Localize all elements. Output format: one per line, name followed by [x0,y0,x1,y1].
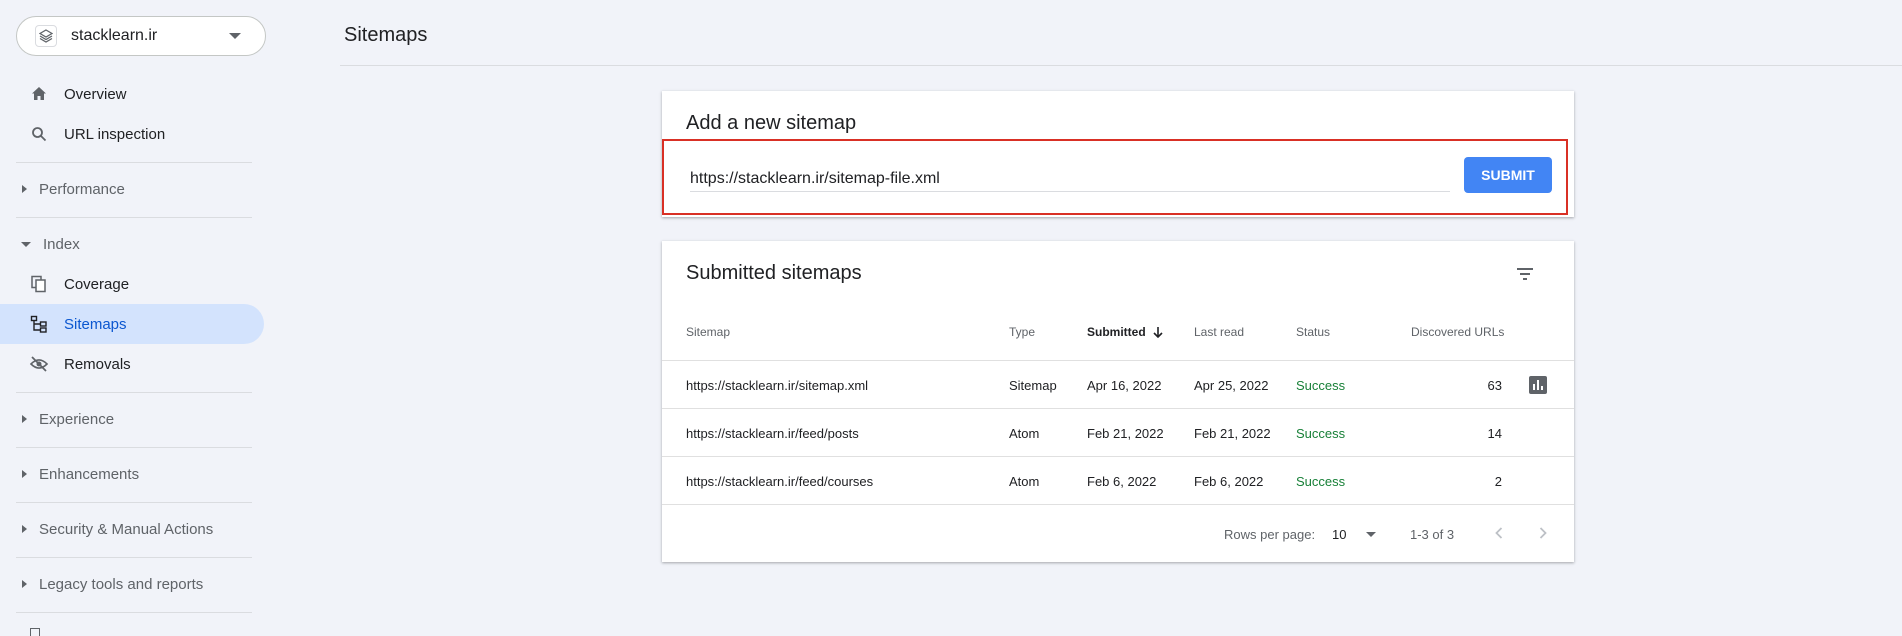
nav-item-sitemaps[interactable]: Sitemaps [0,304,264,344]
cell-submitted: Feb 21, 2022 [1087,426,1164,441]
pagination-range: 1-3 of 3 [1410,527,1455,542]
property-name: stacklearn.ir [71,27,158,44]
submitted-sitemaps-title: Submitted sitemaps [686,262,862,284]
cell-type: Atom [1009,426,1040,441]
table-row[interactable]: https://stacklearn.ir/feed/posts Atom Fe… [662,408,1574,456]
section-label-index: Index [43,235,80,253]
section-label-legacy: Legacy tools and reports [39,575,204,593]
divider [16,447,252,448]
table-row[interactable]: https://stacklearn.ir/sitemap.xml Sitema… [662,360,1574,408]
arrow-down-icon [1153,327,1163,338]
column-header-submitted[interactable]: Submitted [1087,325,1164,339]
section-enhancements[interactable]: Enhancements [16,454,252,494]
previous-page-icon[interactable] [1488,522,1510,544]
chevron-down-icon [21,241,31,247]
cell-sitemap: https://stacklearn.ir/sitemap.xml [686,378,869,393]
chevron-right-icon [22,185,27,193]
rows-per-page-value: 10 [1332,527,1347,542]
sitemap-icon [28,313,50,335]
chevron-down-icon [1366,532,1377,537]
add-sitemap-form: SUBMIT [662,139,1568,215]
divider [16,162,252,163]
column-header-discovered-urls[interactable]: Discovered URLs [1411,325,1504,339]
cell-last-read: Feb 6, 2022 [1194,474,1264,489]
cell-submitted: Apr 16, 2022 [1087,378,1162,393]
divider [16,502,252,503]
add-sitemap-title: Add a new sitemap [686,112,857,134]
cell-discovered-urls: 63 [1487,378,1502,393]
section-index[interactable]: Index [16,224,252,264]
nav-label-url-inspection: URL inspection [64,125,166,143]
divider [16,612,252,613]
nav-item-url-inspection[interactable]: URL inspection [16,114,263,154]
section-label-experience: Experience [39,410,115,428]
section-label-performance: Performance [39,180,125,198]
nav-item-overview[interactable]: Overview [16,74,263,114]
nav-label-removals: Removals [64,355,131,373]
cell-discovered-urls: 2 [1494,474,1502,489]
cell-last-read: Apr 25, 2022 [1194,378,1269,393]
submit-button[interactable]: SUBMIT [1464,157,1552,193]
chevron-right-icon [22,525,27,533]
rows-per-page-label: Rows per page: [1224,527,1316,542]
rows-per-page-select[interactable]: 10 [1332,527,1377,542]
sidebar: stacklearn.ir Overview URL inspection Pe… [0,0,272,636]
layers-icon [35,25,57,47]
nav-label-overview: Overview [64,85,127,103]
column-header-submitted-label: Submitted [1087,325,1146,339]
table-footer-divider [662,504,1574,505]
home-icon [28,83,50,105]
column-header-type[interactable]: Type [1009,325,1035,339]
nav-label-sitemaps: Sitemaps [64,315,127,333]
cell-last-read: Feb 21, 2022 [1194,426,1271,441]
cell-status: Success [1296,426,1346,441]
chevron-right-icon [22,415,27,423]
cell-type: Sitemap [1009,378,1057,393]
next-page-icon[interactable] [1532,522,1554,544]
divider [16,217,252,218]
divider [16,392,252,393]
nav-item-coverage[interactable]: Coverage [16,264,263,304]
chevron-right-icon [22,580,27,588]
section-legacy[interactable]: Legacy tools and reports [16,564,252,604]
copy-icon [28,273,50,295]
eye-off-icon [28,353,50,375]
nav-label-coverage: Coverage [64,275,130,293]
nav-item-removals[interactable]: Removals [16,344,263,384]
cell-sitemap: https://stacklearn.ir/feed/courses [686,474,874,489]
sitemap-url-input[interactable] [690,166,1450,192]
add-sitemap-card: Add a new sitemap SUBMIT [662,91,1574,217]
bar-chart-icon[interactable] [1528,375,1548,395]
page-title: Sitemaps [344,24,428,46]
filter-icon[interactable] [1514,263,1536,285]
section-label-security: Security & Manual Actions [39,520,214,538]
section-label-enhancements: Enhancements [39,465,140,483]
header-divider [340,65,1902,66]
cell-discovered-urls: 14 [1487,426,1502,441]
column-header-sitemap[interactable]: Sitemap [686,325,730,339]
cell-sitemap: https://stacklearn.ir/feed/posts [686,426,859,441]
table-row[interactable]: https://stacklearn.ir/feed/courses Atom … [662,456,1574,504]
help-icon [30,628,40,636]
search-icon [28,123,50,145]
cell-type: Atom [1009,474,1040,489]
chevron-down-icon [229,33,241,39]
divider [16,557,252,558]
cell-status: Success [1296,378,1346,393]
property-selector[interactable]: stacklearn.ir [16,16,266,56]
column-header-status[interactable]: Status [1296,325,1330,339]
section-security[interactable]: Security & Manual Actions [16,509,252,549]
cell-status: Success [1296,474,1346,489]
cell-submitted: Feb 6, 2022 [1087,474,1157,489]
section-performance[interactable]: Performance [16,169,252,209]
column-header-last-read[interactable]: Last read [1194,325,1244,339]
chevron-right-icon [22,470,27,478]
submitted-sitemaps-card: Submitted sitemaps Sitemap Type Submitte… [662,241,1574,562]
section-experience[interactable]: Experience [16,399,252,439]
